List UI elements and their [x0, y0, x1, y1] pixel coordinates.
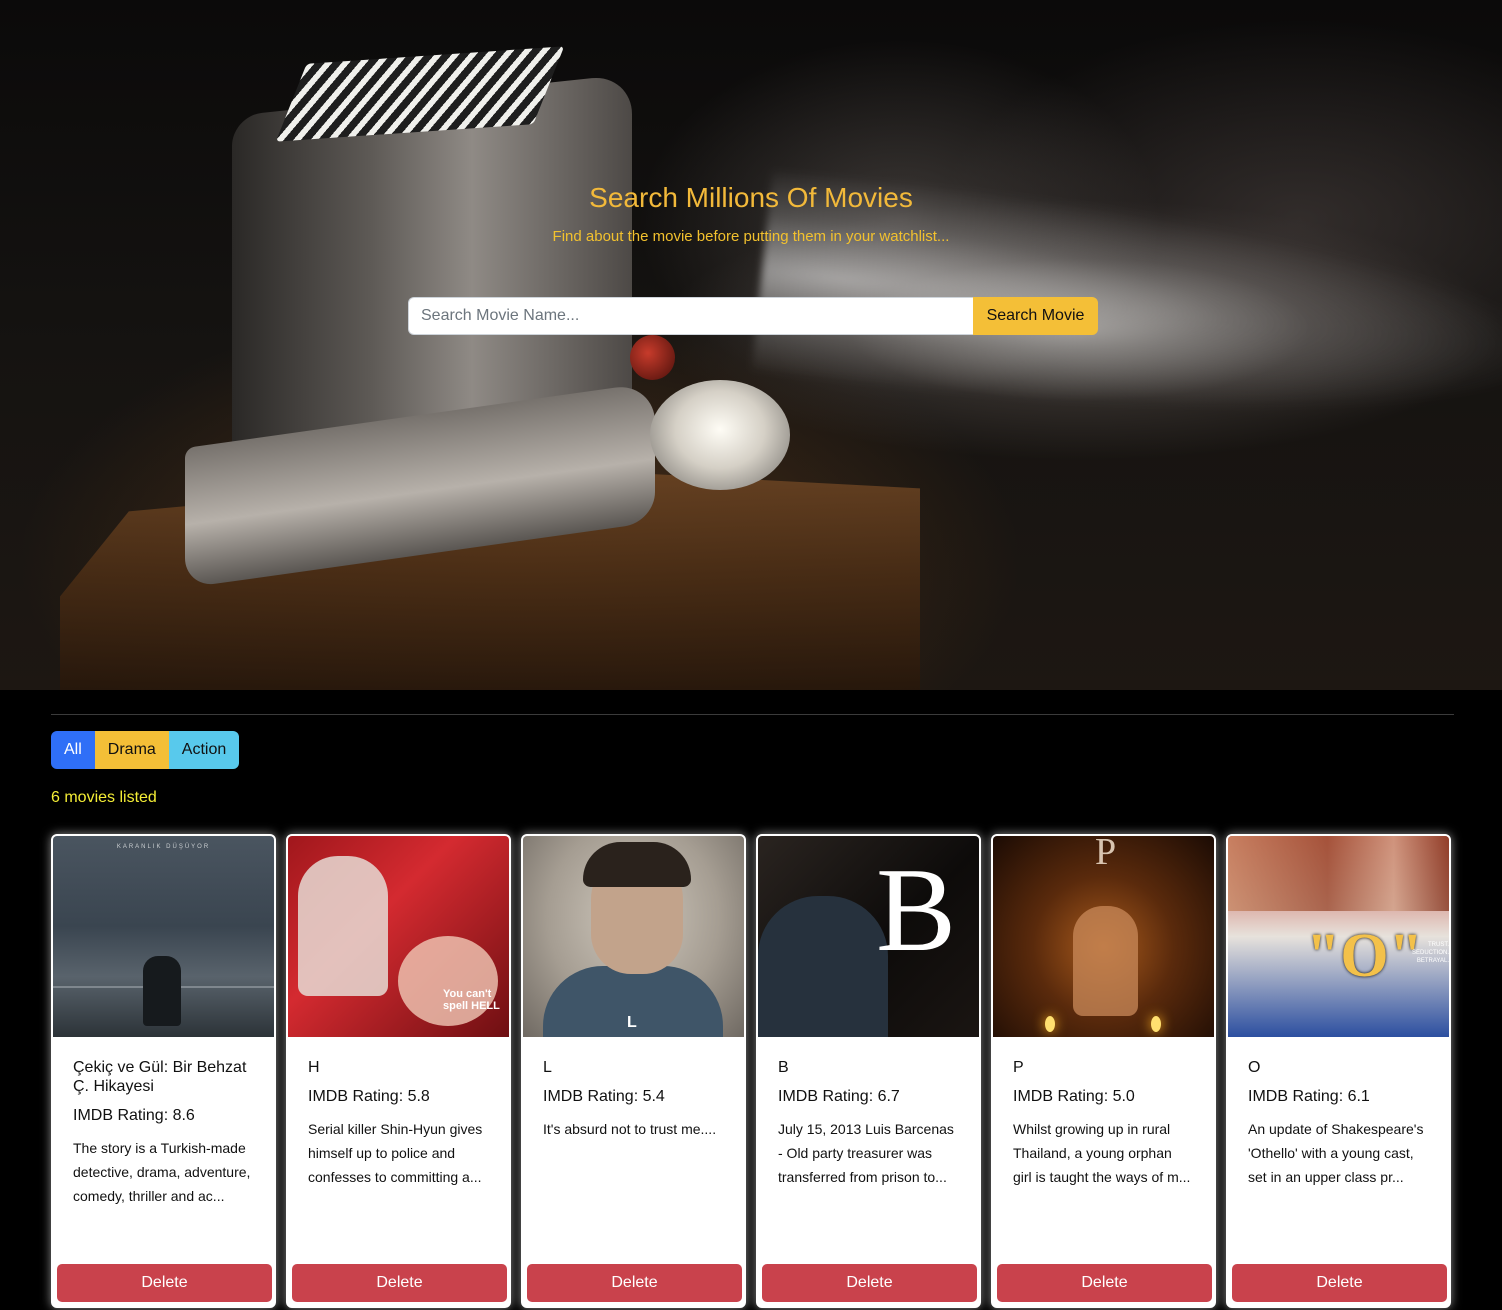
movie-rating: IMDB Rating: 6.1: [1248, 1088, 1370, 1105]
filter-all-button[interactable]: All: [51, 731, 95, 769]
delete-button[interactable]: Delete: [997, 1264, 1212, 1302]
movie-card: KARANLIK DÜŞÜYOR Çekiç ve Gül: Bir Behza…: [51, 834, 276, 1308]
movie-rating: IMDB Rating: 5.8: [308, 1088, 430, 1105]
poster-caption: KARANLIK DÜŞÜYOR: [116, 844, 211, 850]
movie-rating: IMDB Rating: 5.0: [1013, 1088, 1135, 1105]
poster-caption: B: [876, 843, 957, 976]
poster-hair: [583, 842, 691, 887]
movie-poster: "O" TRUST. SEDUCTION. BETRAYAL.: [1228, 836, 1449, 1037]
movie-description: Serial killer Shin-Hyun gives himself up…: [308, 1121, 483, 1185]
candle-icon: [1045, 1016, 1055, 1032]
poster-figure: [1073, 906, 1138, 1016]
poster-faces: [1228, 836, 1449, 911]
movie-rating: IMDB Rating: 8.6: [73, 1107, 195, 1124]
candle-icon: [1151, 1016, 1161, 1032]
poster-caption: L: [627, 1014, 637, 1031]
hero-subtitle: Find about the movie before putting them…: [552, 228, 950, 245]
search-movie-button[interactable]: Search Movie: [973, 297, 1098, 335]
movie-count: 6 movies listed: [51, 789, 157, 806]
movie-card: You can't spell HELL H IMDB Rating: 5.8 …: [286, 834, 511, 1308]
divider: [51, 714, 1454, 715]
movie-poster: KARANLIK DÜŞÜYOR: [53, 836, 274, 1037]
hero-banner: Search Millions Of Movies Find about the…: [0, 0, 1502, 690]
movie-title: H: [308, 1059, 320, 1076]
poster-figure: [298, 856, 388, 996]
poster-caption: P: [1095, 836, 1117, 873]
delete-button[interactable]: Delete: [762, 1264, 977, 1302]
movie-card: P P IMDB Rating: 5.0 Whilst growing up i…: [991, 834, 1216, 1308]
poster-figure: [398, 936, 498, 1026]
delete-button[interactable]: Delete: [527, 1264, 742, 1302]
filter-drama-button[interactable]: Drama: [94, 731, 169, 769]
delete-button[interactable]: Delete: [292, 1264, 507, 1302]
projector-lens-image: [650, 380, 790, 490]
movie-title: P: [1013, 1059, 1024, 1076]
poster-tagline: TRUST. SEDUCTION. BETRAYAL.: [1411, 942, 1449, 964]
movie-rating: IMDB Rating: 6.7: [778, 1088, 900, 1105]
movie-poster: L: [523, 836, 744, 1037]
movie-card-list: KARANLIK DÜŞÜYOR Çekiç ve Gül: Bir Behza…: [51, 834, 1451, 1308]
search-input[interactable]: [408, 297, 973, 335]
movie-poster: P: [993, 836, 1214, 1037]
poster-figure: [758, 896, 888, 1037]
movie-title: O: [1248, 1059, 1261, 1076]
movie-rating: IMDB Rating: 5.4: [543, 1088, 665, 1105]
hero-title: Search Millions Of Movies: [589, 182, 913, 213]
movie-description: July 15, 2013 Luis Barcenas - Old party …: [778, 1121, 954, 1185]
movie-poster: B: [758, 836, 979, 1037]
delete-button[interactable]: Delete: [1232, 1264, 1447, 1302]
projector-knob-image: [630, 335, 675, 380]
movie-card: B B IMDB Rating: 6.7 July 15, 2013 Luis …: [756, 834, 981, 1308]
movie-description: An update of Shakespeare's 'Othello' wit…: [1248, 1121, 1424, 1185]
movie-description: It's absurd not to trust me....: [543, 1121, 717, 1137]
genre-filter-group: All Drama Action: [51, 731, 240, 769]
movie-card: "O" TRUST. SEDUCTION. BETRAYAL. O IMDB R…: [1226, 834, 1451, 1308]
movie-description: The story is a Turkish-made detective, d…: [73, 1140, 251, 1204]
filter-action-button[interactable]: Action: [168, 731, 240, 769]
poster-figure: [143, 956, 181, 1026]
movie-card: L L IMDB Rating: 5.4 It's absurd not to …: [521, 834, 746, 1308]
search-bar: Search Movie: [408, 297, 1098, 335]
movie-poster: You can't spell HELL: [288, 836, 509, 1037]
movie-title: Çekiç ve Gül: Bir Behzat Ç. Hikayesi: [73, 1059, 247, 1095]
movie-description: Whilst growing up in rural Thailand, a y…: [1013, 1121, 1191, 1185]
poster-caption: You can't spell HELL: [443, 988, 500, 1012]
delete-button[interactable]: Delete: [57, 1264, 272, 1302]
movie-title: B: [778, 1059, 789, 1076]
movie-title: L: [543, 1059, 552, 1076]
